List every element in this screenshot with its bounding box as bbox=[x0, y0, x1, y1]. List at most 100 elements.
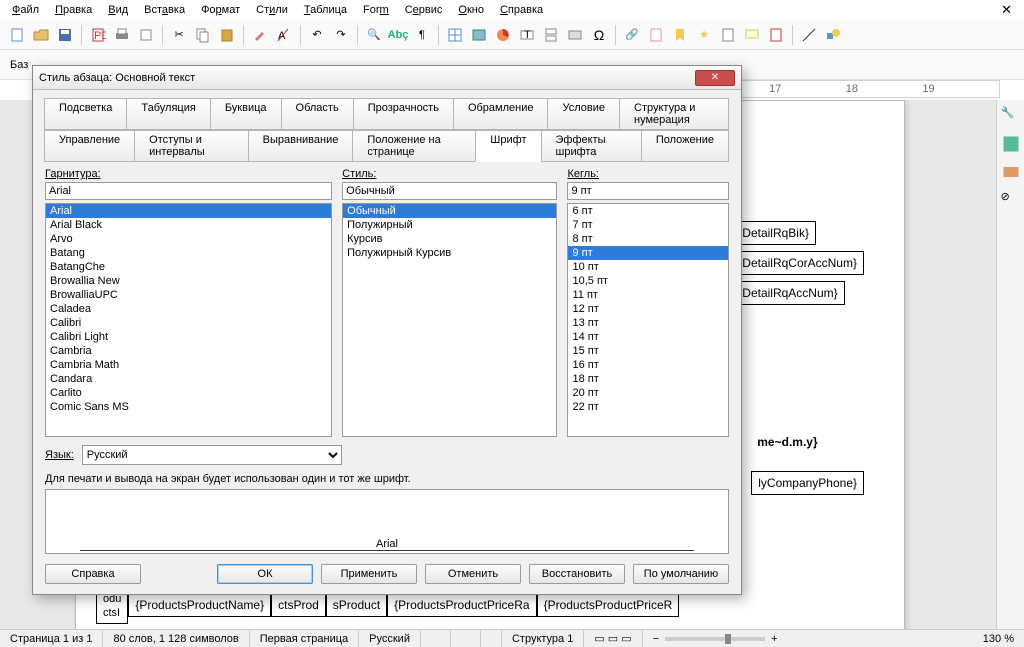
status-pagestyle[interactable]: Первая страница bbox=[250, 630, 359, 647]
tab-Прозрачность[interactable]: Прозрачность bbox=[353, 98, 454, 130]
list-item[interactable]: Carlito bbox=[46, 386, 331, 400]
zoom-in-icon[interactable]: + bbox=[771, 633, 777, 645]
style-dropdown-label[interactable]: Баз bbox=[6, 59, 32, 71]
find-icon[interactable]: 🔍 bbox=[363, 24, 385, 46]
menu-window[interactable]: Окно bbox=[450, 2, 492, 18]
table-insert-icon[interactable] bbox=[444, 24, 466, 46]
menu-edit[interactable]: Правка bbox=[47, 2, 100, 18]
font-family-list[interactable]: ArialArial BlackArvoBatangBatangCheBrowa… bbox=[45, 203, 332, 437]
textbox-icon[interactable]: T bbox=[516, 24, 538, 46]
window-close-icon[interactable]: ✕ bbox=[993, 0, 1020, 20]
menu-help[interactable]: Справка bbox=[492, 2, 551, 18]
list-item[interactable]: 10 пт bbox=[568, 260, 728, 274]
tab-Шрифт[interactable]: Шрифт bbox=[475, 130, 541, 162]
sidebar-properties-icon[interactable]: 🔧 bbox=[1001, 106, 1021, 126]
list-item[interactable]: Caladea bbox=[46, 302, 331, 316]
font-style-input[interactable] bbox=[342, 182, 557, 200]
tab-Подсветка[interactable]: Подсветка bbox=[44, 98, 127, 130]
list-item[interactable]: 11 пт bbox=[568, 288, 728, 302]
font-size-input[interactable] bbox=[567, 182, 729, 200]
list-item[interactable]: Курсив bbox=[343, 232, 556, 246]
hyperlink-icon[interactable]: 🔗 bbox=[621, 24, 643, 46]
track-changes-icon[interactable] bbox=[765, 24, 787, 46]
list-item[interactable]: 20 пт bbox=[568, 386, 728, 400]
list-item[interactable]: Arvo bbox=[46, 232, 331, 246]
menu-insert[interactable]: Вставка bbox=[136, 2, 193, 18]
list-item[interactable]: Batang bbox=[46, 246, 331, 260]
cancel-button[interactable]: Отменить bbox=[425, 564, 521, 584]
status-outline[interactable]: Структура 1 bbox=[502, 630, 584, 647]
tab-Область[interactable]: Область bbox=[281, 98, 354, 130]
list-item[interactable]: 6 пт bbox=[568, 204, 728, 218]
list-item[interactable]: Browallia New bbox=[46, 274, 331, 288]
image-insert-icon[interactable] bbox=[468, 24, 490, 46]
format-brush-icon[interactable] bbox=[249, 24, 271, 46]
zoom-slider[interactable] bbox=[665, 637, 765, 641]
print-preview-icon[interactable] bbox=[135, 24, 157, 46]
list-item[interactable]: Обычный bbox=[343, 204, 556, 218]
redo-icon[interactable]: ↷ bbox=[330, 24, 352, 46]
list-item[interactable]: Arial bbox=[46, 204, 331, 218]
list-item[interactable]: Cambria bbox=[46, 344, 331, 358]
menu-tools[interactable]: Сервис bbox=[397, 2, 451, 18]
dialog-titlebar[interactable]: Стиль абзаца: Основной текст ✕ bbox=[33, 66, 741, 90]
status-lang[interactable]: Русский bbox=[359, 630, 421, 647]
print-icon[interactable] bbox=[111, 24, 133, 46]
menu-form[interactable]: Form bbox=[355, 2, 397, 18]
tab-Положение[interactable]: Положение bbox=[641, 130, 729, 162]
list-item[interactable]: 15 пт bbox=[568, 344, 728, 358]
list-item[interactable]: Comic Sans MS bbox=[46, 400, 331, 414]
zoom-out-icon[interactable]: − bbox=[653, 633, 659, 645]
list-item[interactable]: Calibri Light bbox=[46, 330, 331, 344]
save-icon[interactable] bbox=[54, 24, 76, 46]
chart-icon[interactable] bbox=[492, 24, 514, 46]
status-signature[interactable] bbox=[481, 630, 502, 647]
export-pdf-icon[interactable]: PDF bbox=[87, 24, 109, 46]
tab-Эффекты шрифта[interactable]: Эффекты шрифта bbox=[541, 130, 642, 162]
tab-Выравнивание[interactable]: Выравнивание bbox=[248, 130, 354, 162]
list-item[interactable]: 14 пт bbox=[568, 330, 728, 344]
standard-button[interactable]: По умолчанию bbox=[633, 564, 729, 584]
special-char-icon[interactable]: Ω bbox=[588, 24, 610, 46]
tab-Отступы и интервалы[interactable]: Отступы и интервалы bbox=[134, 130, 248, 162]
field-icon[interactable] bbox=[564, 24, 586, 46]
menu-format[interactable]: Формат bbox=[193, 2, 248, 18]
list-item[interactable]: 22 пт bbox=[568, 400, 728, 414]
bookmark-icon[interactable] bbox=[669, 24, 691, 46]
list-item[interactable]: 7 пт bbox=[568, 218, 728, 232]
list-item[interactable]: 8 пт bbox=[568, 232, 728, 246]
language-select[interactable]: Русский bbox=[82, 445, 342, 465]
list-item[interactable]: 9 пт bbox=[568, 246, 728, 260]
tab-Положение на странице[interactable]: Положение на странице bbox=[352, 130, 476, 162]
list-item[interactable]: Candara bbox=[46, 372, 331, 386]
list-item[interactable]: 10,5 пт bbox=[568, 274, 728, 288]
font-style-list[interactable]: ОбычныйПолужирныйКурсивПолужирный Курсив bbox=[342, 203, 557, 437]
tab-Буквица[interactable]: Буквица bbox=[210, 98, 282, 130]
clear-format-icon[interactable]: A bbox=[273, 24, 295, 46]
reset-button[interactable]: Восстановить bbox=[529, 564, 625, 584]
list-item[interactable]: 12 пт bbox=[568, 302, 728, 316]
comment-star-icon[interactable]: ★ bbox=[693, 24, 715, 46]
sidebar-navigator-icon[interactable]: ⊘ bbox=[1001, 190, 1021, 210]
open-icon[interactable] bbox=[30, 24, 52, 46]
nonprinting-icon[interactable]: ¶ bbox=[411, 24, 433, 46]
tab-Управление[interactable]: Управление bbox=[44, 130, 135, 162]
status-insert-mode[interactable] bbox=[421, 630, 451, 647]
apply-button[interactable]: Применить bbox=[321, 564, 417, 584]
list-item[interactable]: Arial Black bbox=[46, 218, 331, 232]
list-item[interactable]: 13 пт bbox=[568, 316, 728, 330]
menu-table[interactable]: Таблица bbox=[296, 2, 355, 18]
status-zoom[interactable]: 130 % bbox=[973, 630, 1024, 647]
list-item[interactable]: Calibri bbox=[46, 316, 331, 330]
new-doc-icon[interactable] bbox=[6, 24, 28, 46]
list-item[interactable]: BrowalliaUPC bbox=[46, 288, 331, 302]
list-item[interactable]: Cambria Math bbox=[46, 358, 331, 372]
menu-view[interactable]: Вид bbox=[100, 2, 136, 18]
list-item[interactable]: Полужирный bbox=[343, 218, 556, 232]
ok-button[interactable]: ОК bbox=[217, 564, 313, 584]
tab-Структура и нумерация[interactable]: Структура и нумерация bbox=[619, 98, 729, 130]
sidebar-styles-icon[interactable] bbox=[1001, 134, 1021, 154]
list-item[interactable]: BatangChe bbox=[46, 260, 331, 274]
undo-icon[interactable]: ↶ bbox=[306, 24, 328, 46]
status-view-icons[interactable]: ▭ ▭ ▭ bbox=[584, 630, 642, 647]
